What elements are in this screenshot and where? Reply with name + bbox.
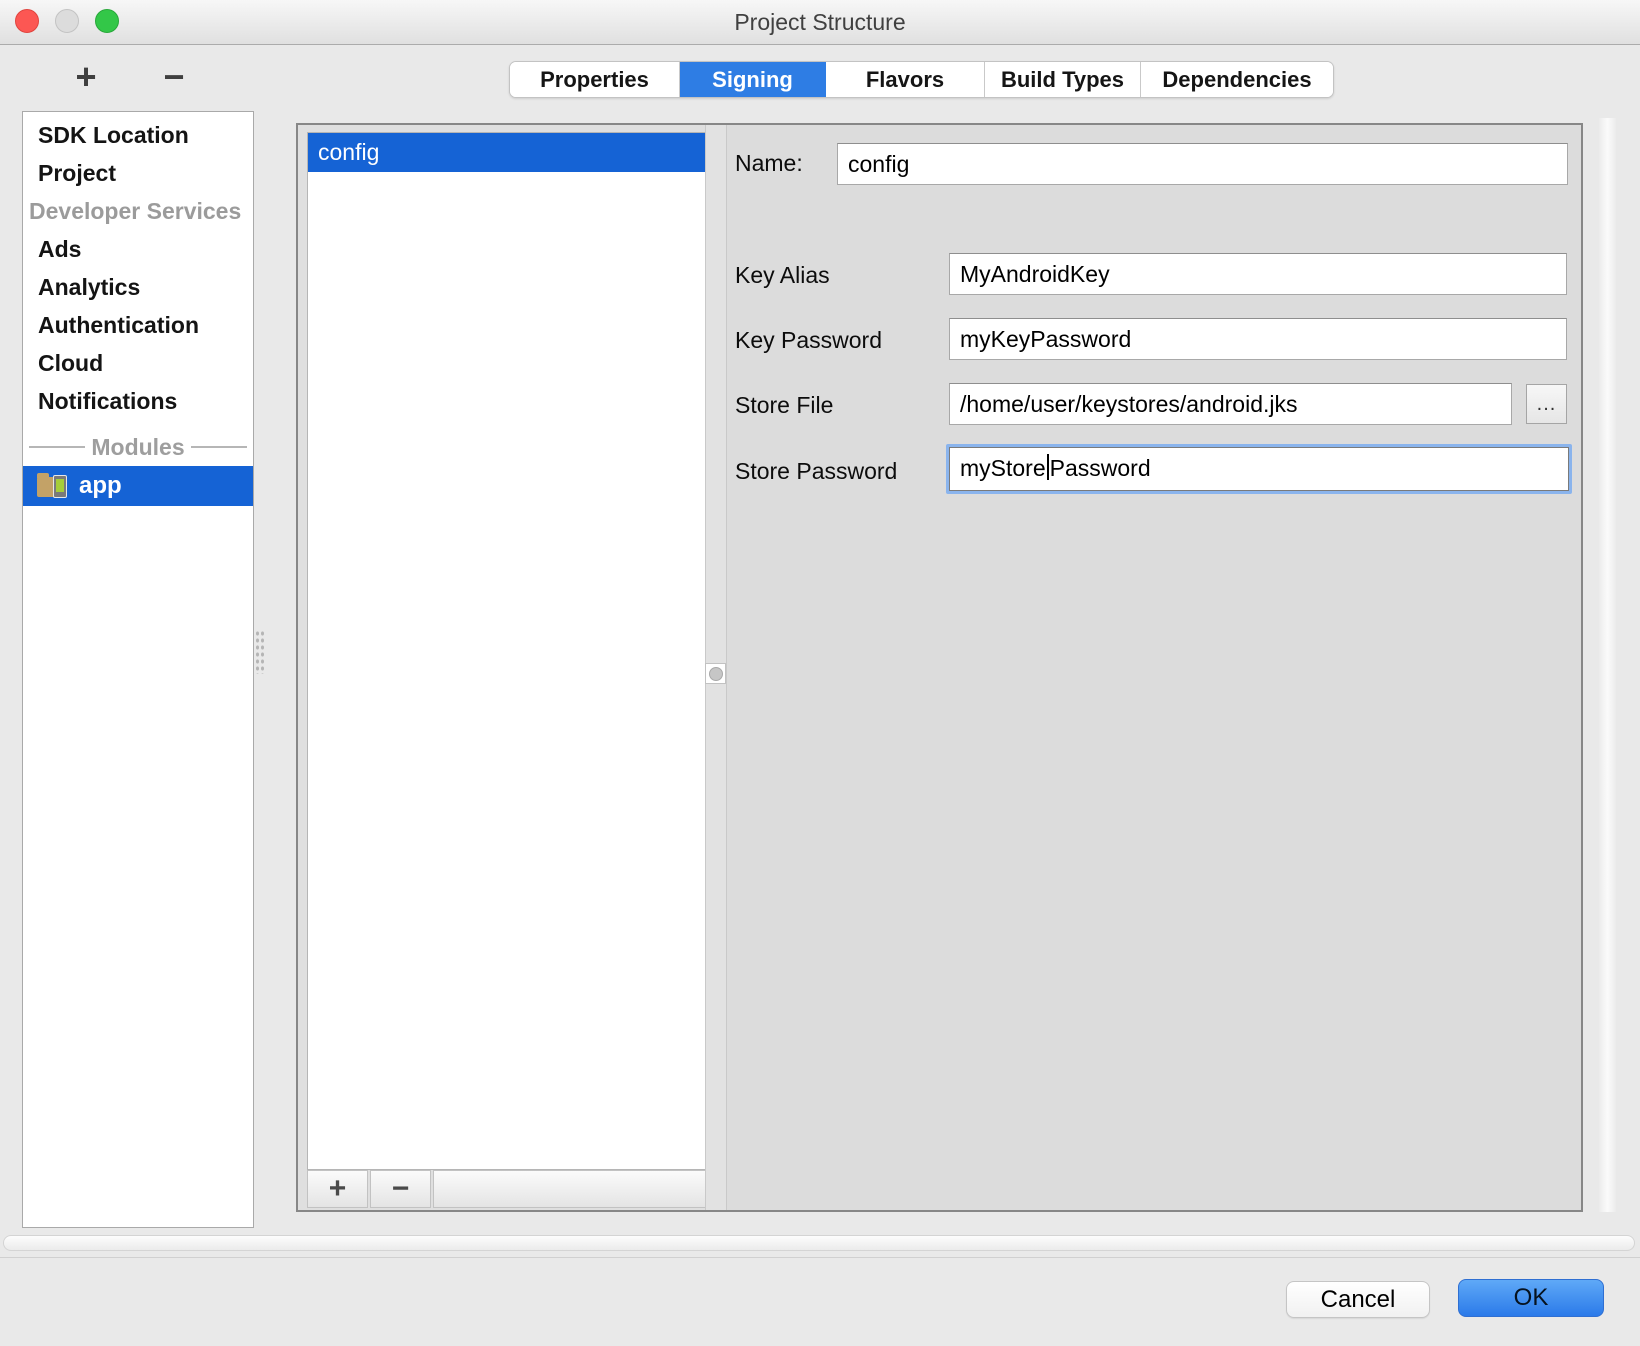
sidebar-item-authentication[interactable]: Authentication [23, 306, 253, 344]
sidebar-item-sdk-location[interactable]: SDK Location [23, 116, 253, 154]
sidebar-list: SDK Location Project Developer Services … [23, 112, 253, 506]
name-input[interactable] [837, 143, 1568, 185]
key-password-input[interactable] [949, 318, 1567, 360]
window-title: Project Structure [0, 9, 1640, 36]
signing-panel: config + − Name: Key Alias Key Password … [296, 123, 1583, 1212]
plus-icon: + [75, 56, 96, 97]
ellipsis-icon: ... [1537, 393, 1557, 416]
scrollbar-track [1599, 118, 1616, 1212]
list-item-config[interactable]: config [308, 133, 705, 172]
cancel-button[interactable]: Cancel [1286, 1281, 1430, 1318]
store-password-input[interactable]: myStorePassword [946, 444, 1572, 494]
config-list-toolbar: + − [307, 1170, 706, 1208]
sidebar-modules-header: Modules [23, 428, 253, 466]
key-password-label: Key Password [735, 327, 882, 354]
tab-build-types[interactable]: Build Types [985, 62, 1141, 97]
sidebar-remove-button[interactable]: − [154, 58, 194, 98]
sidebar-item-app[interactable]: app [23, 466, 253, 506]
android-module-icon [37, 475, 67, 498]
store-password-label: Store Password [735, 458, 897, 485]
sidebar-group-developer-services: Developer Services [23, 192, 253, 230]
divider [29, 446, 85, 448]
sidebar-item-project[interactable]: Project [23, 154, 253, 192]
footer-separator [0, 1257, 1640, 1258]
panel-splitter[interactable] [705, 125, 727, 1210]
ok-button[interactable]: OK [1458, 1279, 1604, 1317]
key-alias-input[interactable] [949, 253, 1567, 295]
sidebar-item-label: app [79, 472, 122, 500]
minus-icon: − [392, 1172, 410, 1206]
sidebar-add-button[interactable]: + [66, 58, 106, 98]
minus-icon: − [163, 56, 184, 97]
sidebar-splitter-handle[interactable] [255, 630, 265, 674]
name-label: Name: [735, 150, 803, 177]
footer-groove [3, 1235, 1635, 1251]
store-password-text-after-caret: Password [1050, 455, 1151, 481]
store-file-label: Store File [735, 392, 833, 419]
sidebar-item-ads[interactable]: Ads [23, 230, 253, 268]
config-add-button[interactable]: + [307, 1170, 368, 1208]
tab-flavors[interactable]: Flavors [826, 62, 985, 97]
sidebar-item-analytics[interactable]: Analytics [23, 268, 253, 306]
divider [191, 446, 247, 448]
tab-properties[interactable]: Properties [510, 62, 680, 97]
tab-dependencies[interactable]: Dependencies [1141, 62, 1333, 97]
store-file-browse-button[interactable]: ... [1526, 384, 1567, 424]
sidebar: SDK Location Project Developer Services … [22, 111, 254, 1228]
sidebar-item-notifications[interactable]: Notifications [23, 382, 253, 420]
store-file-input[interactable] [949, 383, 1512, 425]
key-alias-label: Key Alias [735, 262, 830, 289]
tab-bar: Properties Signing Flavors Build Types D… [509, 61, 1334, 98]
store-password-text-before-caret: myStore [960, 455, 1046, 481]
text-caret [1047, 454, 1049, 480]
signing-config-list: config [307, 132, 706, 1170]
window-titlebar: Project Structure [0, 0, 1640, 45]
splitter-knob-icon[interactable] [705, 663, 726, 684]
tab-signing[interactable]: Signing [680, 62, 826, 97]
sidebar-item-cloud[interactable]: Cloud [23, 344, 253, 382]
config-remove-button[interactable]: − [370, 1170, 431, 1208]
plus-icon: + [329, 1172, 347, 1206]
signing-form: Name: Key Alias Key Password Store File … [727, 125, 1581, 1210]
toolbar-filler [433, 1170, 706, 1208]
